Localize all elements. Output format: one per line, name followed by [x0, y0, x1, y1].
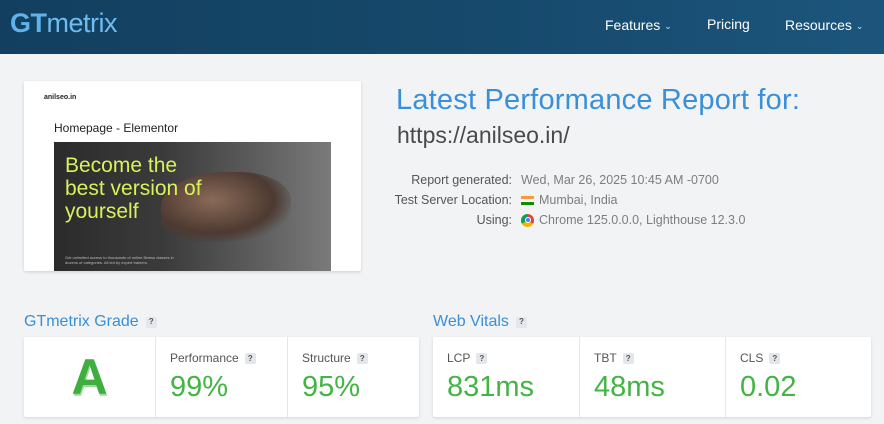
- page-screenshot-thumbnail[interactable]: anilseo.in Homepage - Elementor Become t…: [24, 81, 361, 271]
- tbt-cell: TBT ? 48ms: [579, 337, 725, 417]
- logo-metrix: metrix: [46, 8, 118, 38]
- help-icon[interactable]: ?: [356, 352, 368, 364]
- performance-value: 99%: [170, 371, 229, 403]
- meta-value-text: Wed, Mar 26, 2025 10:45 AM -0700: [521, 173, 719, 187]
- india-flag-icon: [521, 195, 534, 205]
- gtmetrix-grade-card: A Performance ? 99% Structure ? 95%: [24, 337, 419, 417]
- meta-value-text: Chrome 125.0.0.0, Lighthouse 12.3.0: [539, 213, 746, 227]
- nav-resources[interactable]: Resources ⌄: [785, 15, 863, 35]
- cls-cell: CLS ? 0.02: [725, 337, 871, 417]
- meta-value: Wed, Mar 26, 2025 10:45 AM -0700: [521, 172, 719, 188]
- help-icon[interactable]: ?: [244, 352, 256, 364]
- nav-pricing-label: Pricing: [707, 16, 750, 32]
- performance-label-text: Performance: [170, 351, 239, 365]
- performance-cell: Performance ? 99%: [155, 337, 287, 417]
- chrome-icon: [521, 213, 534, 227]
- cls-value: 0.02: [740, 371, 797, 403]
- top-navigation-bar: GTmetrix Features ⌄ Pricing Resources ⌄: [0, 0, 884, 54]
- tbt-value: 48ms: [594, 371, 665, 403]
- grade-cell: A: [24, 337, 155, 417]
- nav-resources-label: Resources: [785, 17, 852, 33]
- nav-features[interactable]: Features ⌄: [605, 15, 672, 35]
- meta-server-location: Test Server Location: Mumbai, India: [394, 192, 876, 208]
- help-icon[interactable]: ?: [622, 352, 634, 364]
- meta-label: Test Server Location:: [394, 193, 512, 207]
- meta-value-text: Mumbai, India: [539, 193, 618, 207]
- web-vitals-title-text: Web Vitals: [433, 313, 509, 330]
- nav-pricing[interactable]: Pricing: [707, 15, 750, 33]
- performance-label: Performance ?: [170, 351, 256, 365]
- thumbnail-hero-caption: Get unlimited access to thousands of onl…: [65, 255, 174, 265]
- cls-label-text: CLS: [740, 351, 764, 365]
- lcp-value: 831ms: [447, 371, 535, 403]
- meta-using: Using: Chrome 125.0.0.0, Lighthouse 12.3…: [396, 212, 876, 228]
- report-heading: Latest Performance Report for:: [396, 84, 801, 116]
- lcp-label-text: LCP: [447, 351, 471, 365]
- structure-cell: Structure ? 95%: [287, 337, 419, 417]
- structure-label-text: Structure: [302, 351, 351, 365]
- meta-label: Report generated:: [411, 173, 512, 187]
- meta-label: Using:: [476, 213, 512, 227]
- help-icon[interactable]: ?: [515, 316, 527, 328]
- help-icon[interactable]: ?: [769, 352, 781, 364]
- gtmetrix-grade-title-text: GTmetrix Grade: [24, 313, 139, 330]
- meta-value: Mumbai, India: [521, 192, 618, 208]
- nav-features-label: Features: [605, 17, 661, 33]
- tbt-label: TBT ?: [594, 351, 634, 365]
- grade-letter: A: [71, 349, 108, 405]
- gtmetrix-grade-title: GTmetrix Grade ?: [24, 312, 157, 332]
- structure-value: 95%: [302, 371, 361, 403]
- lcp-cell: LCP ? 831ms: [433, 337, 579, 417]
- structure-label: Structure ?: [302, 351, 368, 365]
- cls-label: CLS ?: [740, 351, 781, 365]
- thumbnail-hero-image: Become the best version of yourself Get …: [54, 142, 331, 271]
- gtmetrix-logo[interactable]: GTmetrix: [10, 8, 117, 38]
- thumbnail-page-title: Homepage - Elementor: [54, 121, 179, 135]
- report-url: https://anilseo.in/: [397, 122, 570, 148]
- help-icon[interactable]: ?: [145, 316, 157, 328]
- thumbnail-site-name: anilseo.in: [44, 94, 77, 101]
- help-icon[interactable]: ?: [476, 352, 488, 364]
- thumbnail-hero-text: Become the best version of yourself: [65, 154, 202, 223]
- lcp-label: LCP ?: [447, 351, 488, 365]
- logo-gt: GT: [10, 8, 47, 38]
- chevron-down-icon: ⌄: [855, 21, 864, 31]
- meta-report-generated: Report generated: Wed, Mar 26, 2025 10:4…: [396, 172, 876, 188]
- chevron-down-icon: ⌄: [664, 21, 672, 31]
- tbt-label-text: TBT: [594, 351, 617, 365]
- web-vitals-title: Web Vitals ?: [433, 312, 527, 332]
- meta-value: Chrome 125.0.0.0, Lighthouse 12.3.0: [521, 212, 745, 228]
- web-vitals-card: LCP ? 831ms TBT ? 48ms CLS ? 0.02: [433, 337, 871, 417]
